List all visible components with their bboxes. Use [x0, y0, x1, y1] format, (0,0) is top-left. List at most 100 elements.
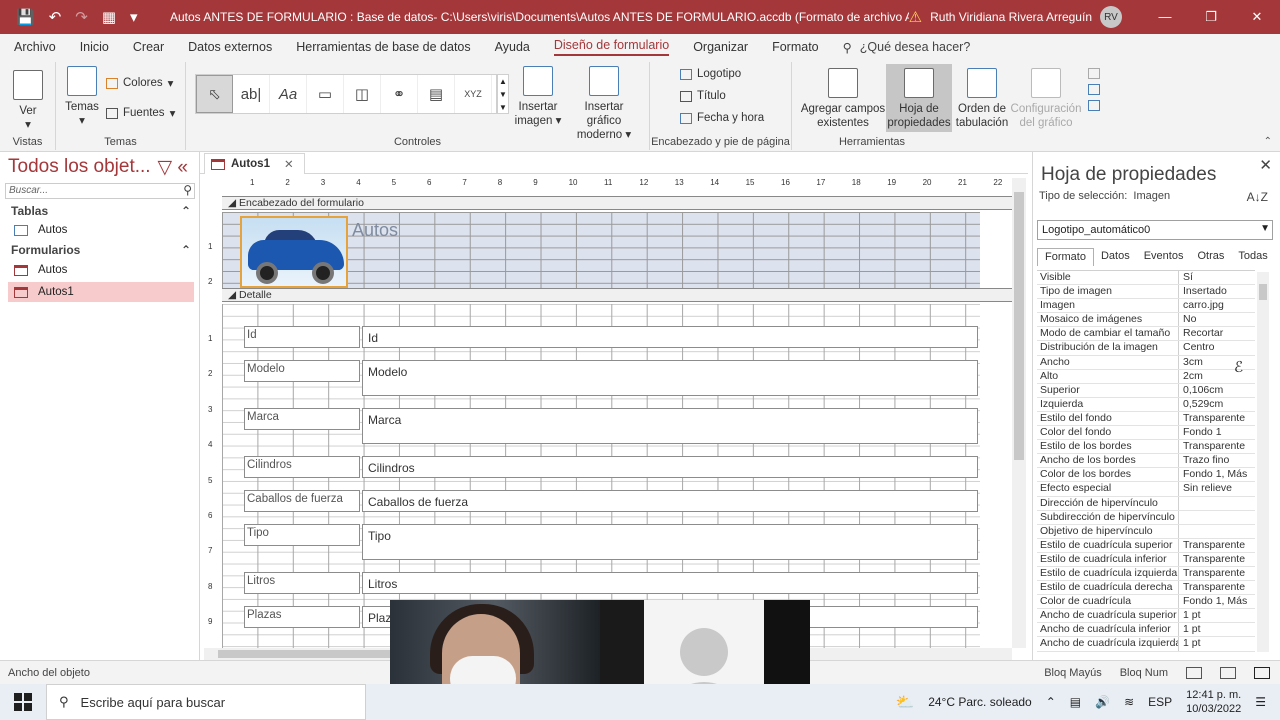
- designer-vertical-scrollbar[interactable]: [1012, 178, 1026, 648]
- wifi-icon[interactable]: ≋: [1124, 695, 1134, 709]
- property-row[interactable]: Color del fondo Fondo 1: [1037, 426, 1255, 441]
- tab-crear[interactable]: Crear: [133, 40, 164, 54]
- property-value[interactable]: Transparente: [1179, 440, 1255, 453]
- tab-diseno-formulario[interactable]: Diseño de formulario: [553, 38, 670, 56]
- chevron-down-icon[interactable]: ▼: [1260, 223, 1270, 234]
- property-value[interactable]: Transparente: [1179, 412, 1255, 425]
- collapse-section-icon[interactable]: ⌃: [181, 204, 191, 218]
- field-label-cilindros[interactable]: Cilindros: [244, 456, 360, 478]
- add-fields-button[interactable]: Agregar campos existentes: [798, 68, 888, 130]
- property-row[interactable]: Subdirección de hipervínculo: [1037, 510, 1255, 525]
- tab-todas[interactable]: Todas: [1231, 248, 1274, 266]
- undo-icon[interactable]: ↶: [49, 8, 62, 26]
- option-group-icon[interactable]: XYZ: [455, 75, 492, 113]
- minimize-icon[interactable]: —: [1142, 9, 1188, 25]
- insert-image-button[interactable]: Insertar imagen ▾: [512, 66, 564, 128]
- document-tab-autos1[interactable]: Autos1 ✕: [204, 153, 305, 174]
- property-row[interactable]: Estilo de cuadrícula inferior Transparent…: [1037, 552, 1255, 567]
- vertical-ruler-detail[interactable]: 1 2 3 4 5 6 7 8 9: [206, 304, 218, 648]
- code-view-icon[interactable]: [1088, 68, 1100, 79]
- customize-toolbar-icon[interactable]: ▾: [130, 8, 138, 26]
- field-textbox-caballos[interactable]: Caballos de fuerza: [362, 490, 978, 512]
- macro-icon[interactable]: [1088, 84, 1100, 95]
- tray-expand-icon[interactable]: ⌃: [1046, 695, 1056, 709]
- property-value[interactable]: 2cm: [1179, 370, 1255, 383]
- tab-inicio[interactable]: Inicio: [80, 40, 109, 54]
- nav-item-form-autos1[interactable]: Autos1: [8, 282, 194, 302]
- property-value[interactable]: 0,106cm: [1179, 384, 1255, 397]
- property-row[interactable]: Ancho de los bordes Trazo fino: [1037, 454, 1255, 469]
- user-info[interactable]: ⚠ Ruth Viridiana Rivera Arreguín RV: [909, 6, 1122, 28]
- property-value[interactable]: Fondo 1, Más: [1179, 595, 1255, 608]
- property-row[interactable]: Dirección de hipervínculo: [1037, 496, 1255, 511]
- property-value[interactable]: Insertado: [1179, 285, 1255, 298]
- scroll-thumb[interactable]: [1014, 192, 1024, 460]
- field-textbox-marca[interactable]: Marca: [362, 408, 978, 444]
- property-row[interactable]: Alto 2cm: [1037, 369, 1255, 384]
- redo-icon[interactable]: ↷: [75, 8, 88, 26]
- sort-icon[interactable]: A↓Z: [1247, 190, 1268, 204]
- weather-text[interactable]: 24°C Parc. soleado: [928, 695, 1032, 709]
- navigation-control-icon[interactable]: ▤: [418, 75, 455, 113]
- tab-archivo[interactable]: Archivo: [14, 40, 56, 54]
- property-value[interactable]: carro.jpg: [1179, 299, 1255, 312]
- collapse-section-icon[interactable]: ⌃: [181, 243, 191, 257]
- gallery-more-button[interactable]: ▲ ▼ ▼: [497, 74, 509, 114]
- property-value[interactable]: Transparente: [1179, 539, 1255, 552]
- form-title-label[interactable]: Autos: [352, 220, 398, 241]
- warning-icon[interactable]: ⚠: [909, 8, 922, 26]
- property-row[interactable]: Modo de cambiar el tamaño Recortar: [1037, 327, 1255, 342]
- taskbar-search[interactable]: ⚲ Escribe aquí para buscar: [46, 684, 366, 720]
- hyperlink-icon[interactable]: ⚭: [381, 75, 418, 113]
- property-value[interactable]: 0,529cm: [1179, 398, 1255, 411]
- tab-datos-externos[interactable]: Datos externos: [188, 40, 272, 54]
- tab-order-button[interactable]: Orden de tabulación: [954, 68, 1010, 130]
- vertical-ruler-header[interactable]: 12: [206, 212, 218, 288]
- view-button[interactable]: Ver ▾: [10, 70, 46, 132]
- property-row[interactable]: Izquierda 0,529cm: [1037, 397, 1255, 412]
- property-row[interactable]: Color de los bordes Fondo 1, Más: [1037, 468, 1255, 483]
- field-textbox-litros[interactable]: Litros: [362, 572, 978, 594]
- property-row[interactable]: Estilo de los bordes Transparente: [1037, 440, 1255, 455]
- date-time-button[interactable]: Fecha y hora: [680, 112, 764, 124]
- property-sheet-button[interactable]: Hoja de propiedades: [886, 64, 952, 132]
- insert-chart-button[interactable]: Insertar gráfico moderno ▾: [566, 66, 642, 142]
- title-button[interactable]: Título: [680, 90, 726, 102]
- field-label-modelo[interactable]: Modelo: [244, 360, 360, 382]
- subform-icon[interactable]: [1088, 100, 1100, 111]
- field-label-tipo[interactable]: Tipo: [244, 524, 360, 546]
- property-row[interactable]: Estilo de cuadrícula derecha Transparente: [1037, 581, 1255, 596]
- property-value[interactable]: Trazo fino: [1179, 454, 1255, 467]
- horizontal-ruler[interactable]: 1 2 3 4 5 6 7 8 9 10 11 12 13 14 15 16 17 18 19 20 21 22: [222, 178, 1012, 190]
- nav-section-tablas[interactable]: Tablas ⌃: [11, 204, 191, 218]
- tell-me-box[interactable]: ⚲ ¿Qué desea hacer?: [843, 40, 971, 55]
- property-row[interactable]: Estilo de cuadrícula izquierda Transparen…: [1037, 566, 1255, 582]
- property-value[interactable]: Fondo 1, Más: [1179, 468, 1255, 481]
- fonts-button[interactable]: Fuentes ▾: [106, 106, 175, 120]
- tab-formato[interactable]: Formato: [1037, 248, 1094, 266]
- tab-control-icon[interactable]: ◫: [344, 75, 381, 113]
- start-button[interactable]: [0, 693, 46, 711]
- field-textbox-tipo[interactable]: Tipo: [362, 524, 978, 560]
- field-textbox-id[interactable]: Id: [362, 326, 978, 348]
- logo-image-control[interactable]: [240, 216, 348, 288]
- label-icon[interactable]: Aa: [270, 75, 307, 113]
- tab-herramientas-bd[interactable]: Herramientas de base de datos: [296, 40, 470, 54]
- property-row[interactable]: Estilo de cuadrícula superior Transparent…: [1037, 538, 1255, 553]
- property-value[interactable]: Recortar: [1179, 327, 1255, 340]
- property-value[interactable]: Sin relieve: [1179, 482, 1255, 495]
- property-value[interactable]: 1 pt: [1179, 623, 1255, 636]
- search-icon[interactable]: ⚲: [183, 183, 192, 197]
- field-label-plazas[interactable]: Plazas: [244, 606, 360, 628]
- close-tab-icon[interactable]: ✕: [284, 157, 294, 171]
- volume-icon[interactable]: 🔊: [1095, 695, 1110, 709]
- close-icon[interactable]: ✕: [1234, 9, 1280, 25]
- property-row[interactable]: Ancho de cuadrícula izquierda 1 pt: [1037, 637, 1255, 652]
- network-icon[interactable]: ▤: [1070, 695, 1081, 709]
- tab-eventos[interactable]: Eventos: [1137, 248, 1191, 266]
- form-view-icon[interactable]: [1186, 666, 1202, 679]
- tab-ayuda[interactable]: Ayuda: [495, 40, 530, 54]
- field-label-marca[interactable]: Marca: [244, 408, 360, 430]
- property-row[interactable]: Visible Sí: [1037, 271, 1255, 286]
- property-row[interactable]: Ancho de cuadrícula superior 1 pt: [1037, 609, 1255, 624]
